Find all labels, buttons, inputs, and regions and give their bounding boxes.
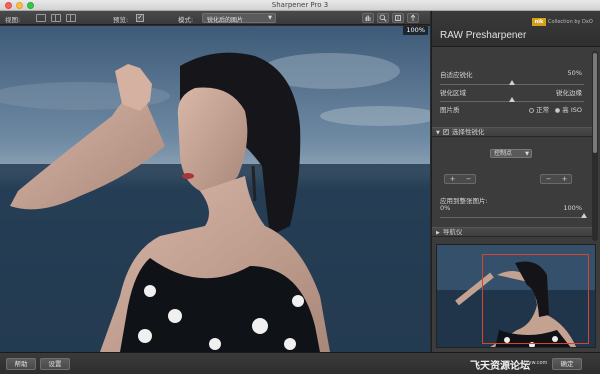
control-point-minus-button[interactable]: − <box>541 175 556 183</box>
sharpen-range-slider-thumb[interactable] <box>509 97 515 102</box>
adaptive-sharpening-slider-thumb[interactable] <box>509 80 515 85</box>
image-type-options: 正常 高 ISO <box>529 104 582 114</box>
magnifier-tool-icon[interactable] <box>392 13 404 23</box>
single-view-button[interactable] <box>36 14 46 22</box>
brand-logo: nik <box>532 18 546 26</box>
navigator-thumbnail[interactable] <box>436 244 596 348</box>
settings-panel: nik Collection by DxO RAW Presharpener 自… <box>431 11 600 352</box>
pin-tool-icon[interactable] <box>407 13 419 23</box>
sharpen-edges-label: 锐化边缘 <box>556 89 582 97</box>
sharpen-area-label: 锐化区域 <box>440 89 466 97</box>
panel-scrollbar[interactable] <box>592 51 598 241</box>
bottom-bar: 帮助 设置 飞天资源论坛 ttzyw.com 确定 <box>0 352 600 374</box>
title-bar: Sharpener Pro 3 <box>0 0 600 11</box>
disclosure-triangle-icon[interactable]: ▼ <box>436 130 440 136</box>
radio-normal[interactable] <box>529 107 535 113</box>
disclosure-triangle-icon[interactable]: ▶ <box>436 230 440 236</box>
apply-max-label: 100% <box>563 204 582 212</box>
mode-select[interactable]: 锐化后的图片 ▼ <box>202 13 276 24</box>
toolbar: 视图: 预览: ✓ 模式: 锐化后的图片 ▼ <box>0 11 430 25</box>
zoom-tool-icon[interactable] <box>377 13 389 23</box>
side-by-side-view-button[interactable] <box>66 14 76 22</box>
apply-whole-image-slider-thumb[interactable] <box>581 213 587 218</box>
apply-whole-image-slider[interactable] <box>440 217 584 218</box>
chevron-down-icon: ▼ <box>268 15 272 21</box>
watermark-url: ttzyw.com <box>522 360 548 366</box>
adaptive-sharpening-label: 自适应锐化 <box>440 71 473 79</box>
adaptive-sharpening-value: 50% <box>567 69 582 77</box>
control-point-add-group-right: − + <box>540 174 572 184</box>
radio-normal-label: 正常 <box>536 106 550 114</box>
zoom-level-badge[interactable]: 100% <box>403 26 428 35</box>
image-type-row: 图片质 正常 高 ISO <box>440 104 586 114</box>
chevron-down-icon: ▼ <box>525 151 529 157</box>
navigator-title: 导航仪 <box>442 228 463 236</box>
control-point-select-value: 控制点 <box>494 150 513 157</box>
adaptive-sharpening-row: 自适应锐化 50% <box>440 69 586 79</box>
preview-label: 预览: <box>113 16 129 24</box>
control-point-select[interactable]: 控制点 ▼ <box>490 149 532 158</box>
zoom-level-value: 100% <box>406 26 425 34</box>
help-button[interactable]: 帮助 <box>6 358 36 370</box>
add-control-point-plus-button[interactable]: + <box>445 175 460 183</box>
window-title: Sharpener Pro 3 <box>271 1 329 9</box>
selective-sharpening-section[interactable]: ▼ ✓ 选择性锐化 <box>432 127 592 137</box>
ok-button[interactable]: 确定 <box>552 358 582 370</box>
photo <box>0 26 430 352</box>
image-canvas[interactable]: 100% <box>0 26 430 352</box>
control-point-add-group-left: + − <box>444 174 476 184</box>
navigator-viewport-rectangle[interactable] <box>482 254 589 344</box>
radio-high-iso-label: 高 ISO <box>562 106 582 114</box>
split-view-button[interactable] <box>51 14 61 22</box>
brand-text: Collection by DxO <box>548 19 593 25</box>
selective-sharpening-title: 选择性锐化 <box>451 128 485 136</box>
control-point-plus-button[interactable]: + <box>557 175 572 183</box>
apply-min-label: 0% <box>440 204 451 212</box>
navigator-section[interactable]: ▶ 导航仪 <box>432 227 592 237</box>
preview-checkbox[interactable]: ✓ <box>136 14 144 22</box>
apply-range-row: 0% 100% <box>440 204 586 212</box>
sharpen-range-row: 锐化区域 锐化边缘 <box>440 87 586 97</box>
mode-label: 模式: <box>178 16 194 24</box>
image-type-label: 图片质 <box>440 106 460 114</box>
view-label: 视图: <box>5 16 21 24</box>
watermark-text: 飞天资源论坛 <box>470 361 530 372</box>
add-control-point-minus-button[interactable]: − <box>461 175 476 183</box>
selective-sharpening-checkbox[interactable]: ✓ <box>442 129 449 135</box>
panel-header: nik Collection by DxO RAW Presharpener <box>432 11 600 47</box>
mode-select-value: 锐化后的图片 <box>207 17 244 24</box>
settings-button[interactable]: 设置 <box>40 358 70 370</box>
panel-title: RAW Presharpener <box>440 30 527 41</box>
hand-tool-icon[interactable] <box>362 13 374 23</box>
radio-high-iso[interactable] <box>555 107 561 113</box>
scrollbar-thumb[interactable] <box>593 53 597 153</box>
